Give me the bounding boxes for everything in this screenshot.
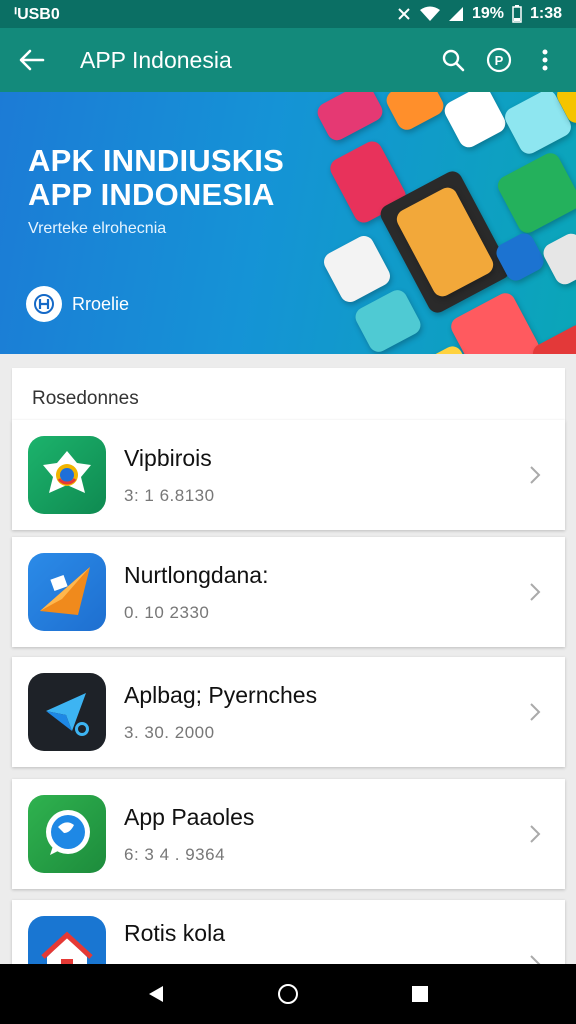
banner-title: APK INNDIUSKIS APP INDONESIA [28, 144, 284, 212]
help-button[interactable]: P [476, 28, 522, 92]
app-card[interactable]: Vipbirois 3: 1 6.8130 [12, 420, 565, 530]
banner-app-collage [300, 92, 576, 354]
more-button[interactable] [522, 28, 568, 92]
app-meta: 6: 3 4 . 9364 [124, 844, 226, 864]
banner-title-line2: APP INDONESIA [28, 177, 275, 212]
help-icon: P [486, 47, 512, 73]
app-name: Rotis kola [124, 920, 225, 946]
chevron-right-icon [515, 455, 555, 495]
app-card[interactable]: Aplbag; Pyernches 3. 30. 2000 [12, 657, 565, 767]
battery-percent: 19% [471, 5, 504, 22]
provider-button[interactable]: Rroelie [26, 286, 129, 322]
status-time: 1:38 [529, 5, 562, 22]
nav-back-button[interactable] [126, 964, 186, 1024]
status-left-text: ᑊUSΒ0 [14, 6, 60, 23]
search-icon [442, 49, 465, 72]
nav-recents-button[interactable] [390, 964, 450, 1024]
back-button[interactable] [0, 28, 64, 92]
chevron-right-icon [515, 572, 555, 612]
battery-icon [512, 5, 522, 23]
app-icon-paper-plane [28, 553, 106, 631]
home-circle-icon [278, 984, 298, 1004]
app-meta: 3. 30. 2000 [124, 722, 215, 742]
app-icon-chat [28, 795, 106, 873]
vibrate-icon [398, 8, 410, 20]
recents-square-icon [412, 986, 428, 1002]
app-name: Aplbag; Pyernches [124, 681, 318, 708]
more-vert-icon [542, 49, 548, 71]
app-meta: 3: 1 6.8130 [124, 485, 215, 505]
svg-text:P: P [495, 53, 504, 68]
arrow-left-icon [19, 49, 45, 71]
app-icon-star [28, 673, 106, 751]
chevron-right-icon [515, 692, 555, 732]
app-card[interactable]: Nurtlongdana: 0. 10 2330 [12, 537, 565, 647]
app-meta: 0. 10 2330 [124, 602, 210, 622]
app-bar: APP Indonesia P [0, 28, 576, 92]
promo-banner[interactable]: APK INNDIUSKIS APP INDONESIA Vrerteke el… [0, 92, 576, 354]
banner-subtitle: Vrerteke elrohecnia [28, 220, 167, 237]
system-nav-bar [0, 964, 576, 1024]
nav-home-button[interactable] [258, 964, 318, 1024]
banner-title-line1: APK INNDIUSKIS [28, 143, 284, 178]
section-header: Rosedonnes [12, 368, 565, 420]
section-title: Rosedonnes [32, 388, 139, 409]
app-name: Vipbirois [124, 444, 212, 471]
signal-icon [448, 7, 463, 21]
app-name: App Paaoles [124, 803, 255, 830]
app-bar-title: APP Indonesia [80, 46, 232, 73]
chevron-right-icon [515, 814, 555, 854]
back-triangle-icon [149, 986, 163, 1002]
app-card[interactable]: App Paaoles 6: 3 4 . 9364 [12, 779, 565, 889]
provider-logo-icon [26, 286, 62, 322]
status-bar: ᑊUSΒ0 19% 1:38 [0, 0, 576, 28]
provider-label: Rroelie [72, 293, 130, 314]
status-icons: 19% 1:38 [396, 5, 562, 23]
wifi-icon [419, 6, 440, 21]
search-button[interactable] [430, 28, 476, 92]
app-name: Nurtlongdana: [124, 561, 269, 588]
app-icon-camera [28, 436, 106, 514]
